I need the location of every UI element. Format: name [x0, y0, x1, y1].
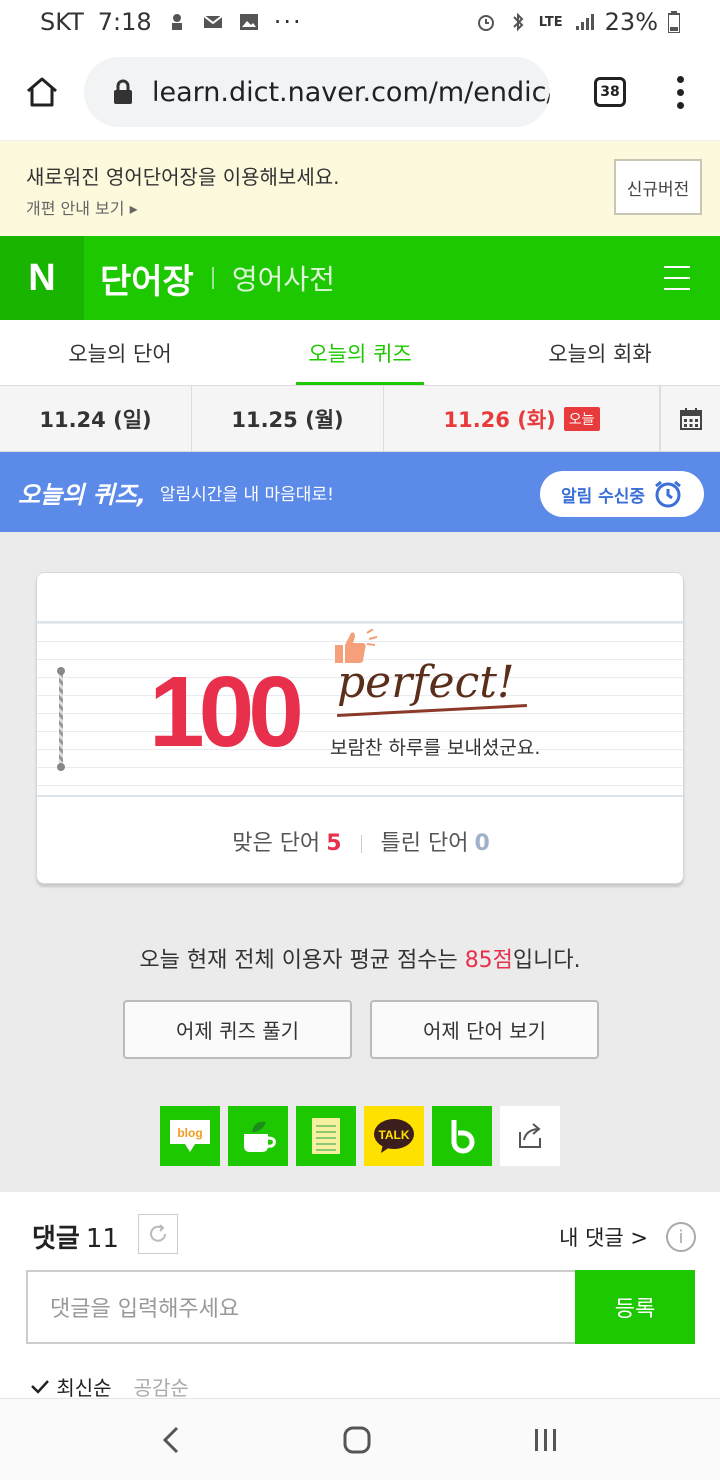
clock: 7:18 [97, 8, 152, 36]
calendar-icon [679, 407, 702, 430]
hamburger-menu-icon[interactable] [664, 266, 690, 290]
correct-label: 맞은 단어 [232, 831, 321, 856]
refresh-comments-button[interactable] [138, 1214, 178, 1254]
quiz-alarm-banner[interactable]: 오늘의 퀴즈, 알림시간을 내 마음대로! 알림 수신중 [0, 452, 720, 532]
refresh-icon [150, 1224, 166, 1242]
image-icon [239, 14, 258, 30]
praise-message: 보람찬 하루를 보내셨군요. [330, 737, 541, 759]
share-icon [519, 1123, 541, 1148]
info-icon[interactable]: i [666, 1222, 696, 1252]
yesterday-quiz-button[interactable]: 어제 퀴즈 풀기 [123, 1000, 352, 1059]
tab-bar: 오늘의 단어 오늘의 퀴즈 오늘의 회화 [0, 320, 720, 386]
kakaotalk-share-button[interactable]: TALK [364, 1106, 424, 1166]
share-buttons: blog TALK [160, 1106, 560, 1166]
my-comments-link[interactable]: 내 댓글 > [559, 1222, 648, 1252]
alarm-icon [477, 15, 494, 31]
tab-switcher-button[interactable]: 38 [560, 44, 660, 140]
check-icon [31, 1380, 49, 1394]
comments-title: 댓글 11 [32, 1224, 119, 1254]
yesterday-actions: 어제 퀴즈 풀기 어제 단어 보기 [123, 1000, 599, 1059]
perfect-headline: perfect! [337, 657, 515, 708]
average-score-text: 오늘 현재 전체 이용자 평균 점수는 85점입니다. [139, 948, 581, 973]
more-share-button[interactable] [500, 1106, 560, 1166]
sort-latest[interactable]: 최신순 [30, 1372, 112, 1401]
wrong-label: 틀린 단어 [380, 831, 469, 856]
comment-sort: 최신순 공감순 [30, 1372, 189, 1401]
dictionary-link[interactable]: 영어사전 [232, 258, 335, 298]
notice-message: 새로워진 영어단어장을 이용해보세요. [26, 165, 340, 189]
network-type: LTE [538, 14, 563, 30]
signal-icon [575, 14, 594, 30]
more-notifications-icon: ··· [273, 8, 303, 36]
address-bar[interactable]: learn.dict.naver.com/m/endic/ [84, 57, 550, 127]
wrong-count: 0 [474, 831, 490, 856]
new-version-button[interactable]: 신규버전 [614, 159, 702, 215]
cafe-icon [244, 1121, 276, 1152]
alarm-clock-icon [655, 480, 681, 508]
count-divider [360, 835, 362, 853]
svg-text:blog: blog [177, 1126, 202, 1140]
band-share-button[interactable] [432, 1106, 492, 1166]
battery-level: 23% [604, 8, 658, 36]
naver-logo[interactable]: N [0, 236, 84, 320]
date-item[interactable]: 11.24 (일) [0, 386, 192, 451]
yesterday-words-button[interactable]: 어제 단어 보기 [370, 1000, 599, 1059]
banner-title: 오늘의 퀴즈, [18, 480, 146, 509]
browser-toolbar: learn.dict.naver.com/m/endic/ 38 [0, 44, 720, 140]
tab-today-conversation[interactable]: 오늘의 회화 [480, 320, 720, 385]
carrier: SKT [40, 8, 84, 36]
memo-icon [312, 1118, 340, 1154]
cafe-share-button[interactable] [228, 1106, 288, 1166]
comments-section: 댓글 11 내 댓글 > i 댓글을 입력해주세요 등록 최신순 공감순 [0, 1192, 720, 1401]
tab-today-quiz[interactable]: 오늘의 퀴즈 [240, 320, 480, 385]
bluetooth-icon [513, 12, 524, 32]
notification-icon [171, 14, 182, 30]
mail-icon [203, 15, 223, 28]
score-value: 100 [149, 656, 304, 768]
title-divider [211, 267, 214, 289]
date-item[interactable]: 11.25 (월) [192, 386, 384, 451]
average-score: 85점 [464, 948, 513, 973]
url-text: learn.dict.naver.com/m/endic/ [152, 76, 550, 108]
answer-counts: 맞은 단어 5 틀린 단어 0 [37, 825, 683, 857]
recent-apps-icon[interactable] [531, 1425, 561, 1455]
alarm-subscribe-button[interactable]: 알림 수신중 [540, 471, 704, 517]
back-icon[interactable] [159, 1425, 183, 1455]
blog-share-button[interactable]: blog [160, 1106, 220, 1166]
browser-menu-button[interactable] [660, 44, 700, 140]
correct-count: 5 [326, 831, 342, 856]
sort-likes[interactable]: 공감순 [134, 1372, 189, 1401]
band-icon [451, 1120, 475, 1154]
tab-today-word[interactable]: 오늘의 단어 [0, 320, 240, 385]
tab-count: 38 [594, 77, 626, 107]
page-title[interactable]: 단어장 [100, 254, 194, 303]
system-nav-bar [0, 1398, 720, 1480]
alarm-button-label: 알림 수신중 [560, 486, 646, 507]
svg-text:TALK: TALK [378, 1128, 409, 1142]
battery-icon [668, 11, 680, 33]
home-nav-icon[interactable] [342, 1425, 372, 1455]
lock-icon [114, 79, 132, 104]
blog-icon: blog [170, 1120, 210, 1152]
renewal-guide-link[interactable]: 개편 안내 보기 ▸ [26, 195, 138, 219]
notebook-ring [57, 667, 65, 771]
comment-count: 11 [85, 1224, 119, 1254]
date-label: 11.26 (화) [443, 407, 556, 432]
app-header: N 단어장 영어사전 [0, 236, 720, 320]
home-button[interactable] [0, 44, 84, 140]
calendar-button[interactable] [660, 386, 720, 451]
date-item-today[interactable]: 11.26 (화) 오늘 [384, 386, 660, 451]
status-bar: SKT 7:18 ··· LTE 23% [0, 0, 720, 44]
home-icon [27, 77, 57, 107]
score-card: 100 perfect! 보람찬 하루를 보내셨군요. 맞은 단어 5 틀린 단어… [36, 572, 684, 884]
quiz-result-area: 100 perfect! 보람찬 하루를 보내셨군요. 맞은 단어 5 틀린 단어… [0, 532, 720, 1192]
banner-subtitle: 알림시간을 내 마음대로! [159, 484, 334, 505]
notice-banner: 새로워진 영어단어장을 이용해보세요. 개편 안내 보기 ▸ 신규버전 [0, 140, 720, 236]
date-selector: 11.24 (일) 11.25 (월) 11.26 (화) 오늘 [0, 386, 720, 452]
comment-input[interactable]: 댓글을 입력해주세요 [26, 1270, 576, 1344]
comment-submit-button[interactable]: 등록 [575, 1270, 695, 1344]
today-badge: 오늘 [563, 406, 600, 431]
memo-share-button[interactable] [296, 1106, 356, 1166]
kakaotalk-icon: TALK [374, 1119, 414, 1153]
